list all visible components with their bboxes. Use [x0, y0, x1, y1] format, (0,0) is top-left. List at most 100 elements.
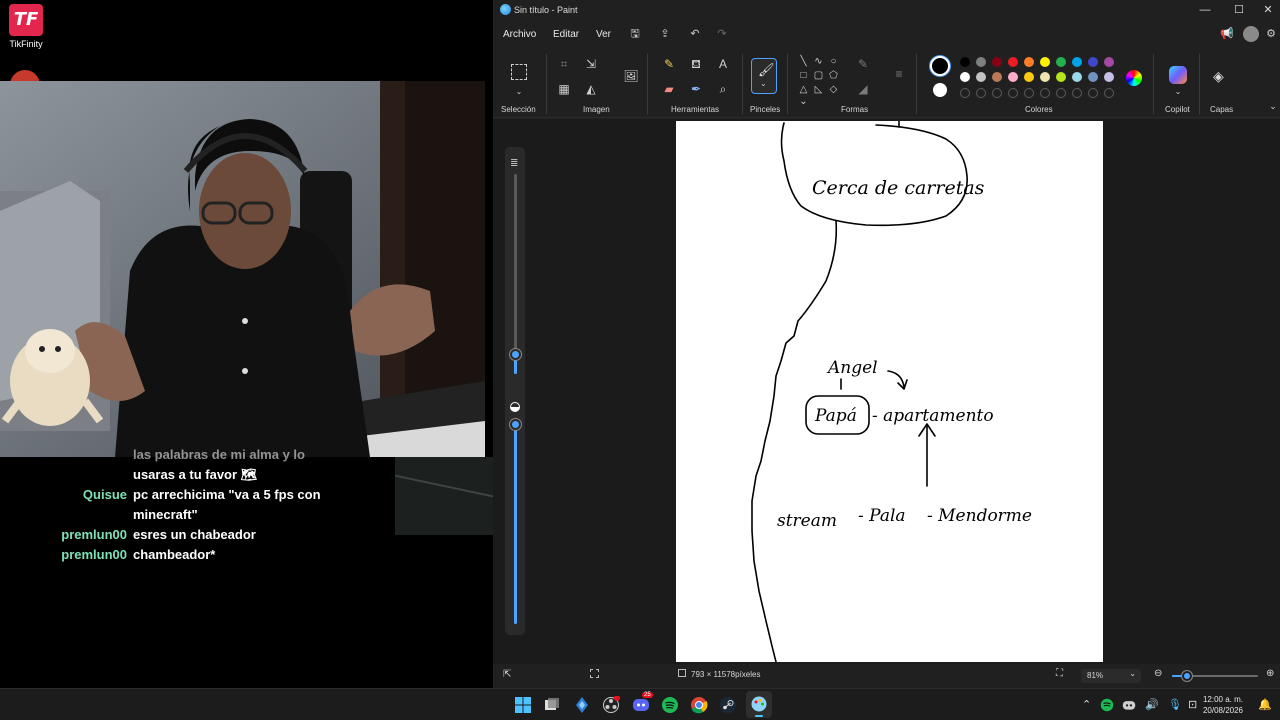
- rectangle-shape-icon[interactable]: □: [798, 70, 809, 81]
- eraser-icon[interactable]: ▰: [661, 81, 677, 97]
- palette-swatch[interactable]: [1024, 57, 1034, 67]
- redo-icon[interactable]: ↷: [715, 27, 729, 41]
- selection-rectangle-icon[interactable]: [511, 64, 527, 80]
- brushes-button[interactable]: 🖌 ⌄: [751, 58, 777, 94]
- palette-swatch[interactable]: [1040, 57, 1050, 67]
- task-view-icon[interactable]: [543, 696, 561, 714]
- pencil-icon[interactable]: ✎: [661, 56, 677, 72]
- account-avatar[interactable]: [1243, 26, 1259, 42]
- custom-color-slot[interactable]: [1008, 88, 1018, 98]
- custom-color-slot[interactable]: [976, 88, 986, 98]
- more-shapes-icon[interactable]: ⌄: [798, 96, 809, 107]
- triangle-shape-icon[interactable]: △: [798, 84, 809, 95]
- custom-color-slot[interactable]: [1040, 88, 1050, 98]
- text-tool-icon[interactable]: A: [715, 56, 731, 72]
- palette-swatch[interactable]: [976, 72, 986, 82]
- palette-swatch[interactable]: [976, 57, 986, 67]
- outline-icon[interactable]: ✎: [855, 56, 871, 72]
- palette-swatch[interactable]: [960, 57, 970, 67]
- announcement-icon[interactable]: 📢: [1220, 27, 1234, 41]
- microphone-tray-icon[interactable]: 🎙: [1168, 698, 1182, 711]
- drawing-canvas[interactable]: Cerca de carretas Angel Papá - apartamen…: [676, 121, 1103, 662]
- palette-swatch[interactable]: [1072, 72, 1082, 82]
- palette-swatch[interactable]: [992, 57, 1002, 67]
- settings-gear-icon[interactable]: ⚙: [1264, 27, 1278, 41]
- primary-color-swatch[interactable]: [930, 56, 950, 76]
- resize-icon[interactable]: ⇲: [583, 56, 599, 72]
- steam-icon[interactable]: [719, 696, 737, 714]
- palette-swatch[interactable]: [1104, 72, 1114, 82]
- curve-shape-icon[interactable]: ∿: [813, 56, 824, 67]
- palette-swatch[interactable]: [1056, 57, 1066, 67]
- custom-color-slot[interactable]: [960, 88, 970, 98]
- right-triangle-shape-icon[interactable]: ◺: [813, 84, 824, 95]
- custom-color-slot[interactable]: [992, 88, 1002, 98]
- sourcetree-icon[interactable]: [573, 696, 591, 714]
- palette-swatch[interactable]: [1024, 72, 1034, 82]
- chrome-icon[interactable]: [690, 696, 708, 714]
- palette-swatch[interactable]: [1040, 72, 1050, 82]
- palette-swatch[interactable]: [1104, 57, 1114, 67]
- spotify-icon[interactable]: [661, 696, 679, 714]
- menu-ver[interactable]: Ver: [596, 29, 611, 40]
- diamond-shape-icon[interactable]: ◇: [828, 84, 839, 95]
- tray-overflow-chevron-icon[interactable]: ⌃: [1082, 698, 1091, 711]
- discord-taskbar-button[interactable]: 25: [632, 692, 653, 714]
- shape-size-icon[interactable]: ≡: [891, 66, 907, 82]
- palette-swatch[interactable]: [1088, 72, 1098, 82]
- minimize-button[interactable]: —: [1190, 2, 1220, 18]
- opacity-slider[interactable]: [510, 419, 521, 430]
- custom-color-slot[interactable]: [1056, 88, 1066, 98]
- custom-color-slot[interactable]: [1088, 88, 1098, 98]
- polygon-shape-icon[interactable]: ⬠: [828, 70, 839, 81]
- palette-swatch[interactable]: [992, 72, 1002, 82]
- custom-color-slot[interactable]: [1104, 88, 1114, 98]
- palette-swatch[interactable]: [1008, 57, 1018, 67]
- color-picker-icon[interactable]: ✒: [688, 81, 704, 97]
- menu-editar[interactable]: Editar: [553, 29, 579, 40]
- volume-tray-icon[interactable]: 🔊: [1145, 698, 1159, 711]
- zoom-out-icon[interactable]: ⊖: [1154, 668, 1162, 679]
- share-icon[interactable]: ⇪: [658, 27, 672, 41]
- image-generator-icon[interactable]: 🖼: [623, 68, 639, 84]
- edit-colors-icon[interactable]: [1126, 70, 1142, 86]
- taskbar-clock[interactable]: 12:00 a. m. 20/08/2026: [1196, 694, 1250, 716]
- maximize-button[interactable]: ☐: [1224, 2, 1254, 18]
- save-icon[interactable]: 🖫: [628, 27, 642, 41]
- copilot-chevron-icon[interactable]: ⌄: [1170, 84, 1186, 100]
- custom-color-slot[interactable]: [1024, 88, 1034, 98]
- obs-icon[interactable]: [602, 696, 620, 714]
- palette-swatch[interactable]: [1072, 57, 1082, 67]
- discord-tray-icon[interactable]: [1122, 698, 1136, 712]
- copilot-icon[interactable]: [1169, 66, 1187, 84]
- palette-swatch[interactable]: [1088, 57, 1098, 67]
- notifications-bell-icon[interactable]: 🔔: [1258, 698, 1272, 711]
- fill-icon[interactable]: ◢: [855, 81, 871, 97]
- palette-swatch[interactable]: [1008, 72, 1018, 82]
- paint-taskbar-button[interactable]: [746, 691, 772, 718]
- spotify-tray-icon[interactable]: [1100, 698, 1114, 712]
- rounded-rectangle-shape-icon[interactable]: ▢: [813, 70, 824, 81]
- title-bar[interactable]: Sin título - Paint — ☐ ✕: [493, 0, 1280, 20]
- crop-icon[interactable]: ⌗: [556, 56, 572, 72]
- tikfinity-shortcut[interactable]: TF TikFinity: [6, 4, 46, 49]
- close-button[interactable]: ✕: [1253, 2, 1280, 18]
- zoom-in-icon[interactable]: ⊕: [1266, 668, 1274, 679]
- line-shape-icon[interactable]: ╲: [798, 56, 809, 67]
- fill-bucket-icon[interactable]: ⛾: [688, 56, 704, 72]
- select-image-icon[interactable]: ▦: [556, 81, 572, 97]
- secondary-color-swatch[interactable]: [933, 83, 947, 97]
- undo-icon[interactable]: ↶: [688, 27, 702, 41]
- fit-to-window-icon[interactable]: ⛶: [1056, 668, 1063, 679]
- magnifier-icon[interactable]: ⌕: [715, 81, 731, 97]
- ribbon-collapse-chevron-icon[interactable]: ⌄: [1265, 98, 1280, 114]
- oval-shape-icon[interactable]: ○: [828, 56, 839, 67]
- brush-size-slider[interactable]: [510, 349, 521, 360]
- rotate-icon[interactable]: ◭: [583, 81, 599, 97]
- windows-start-icon[interactable]: [514, 696, 532, 714]
- menu-archivo[interactable]: Archivo: [503, 29, 536, 40]
- palette-swatch[interactable]: [960, 72, 970, 82]
- custom-color-slot[interactable]: [1072, 88, 1082, 98]
- zoom-select[interactable]: 81% ⌄: [1081, 669, 1141, 683]
- palette-swatch[interactable]: [1056, 72, 1066, 82]
